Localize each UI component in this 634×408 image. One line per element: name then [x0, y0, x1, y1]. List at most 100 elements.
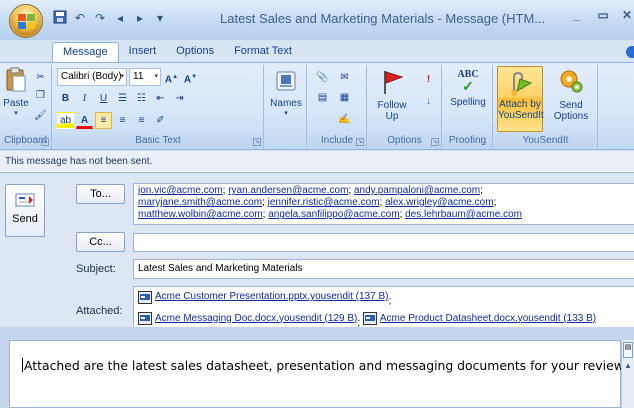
tab-insert[interactable]: Insert	[119, 42, 167, 62]
next-item-icon[interactable]: ▸	[132, 10, 148, 26]
send-icon	[15, 193, 35, 207]
tab-message[interactable]: Message	[52, 42, 119, 62]
clear-formatting-icon[interactable]: ✐	[152, 112, 169, 129]
attached-label: Attached:	[76, 305, 123, 317]
italic-button[interactable]: I	[76, 90, 93, 107]
names-button[interactable]: Names ▾	[267, 69, 305, 117]
previous-item-icon[interactable]: ◂	[112, 10, 128, 26]
message-header: Send To... jon.vic@acme.com; ryan.anders…	[0, 174, 634, 328]
attach-by-yousendit-button[interactable]: Attach by YouSendIt	[497, 66, 544, 132]
group-label-proofing: Proofing	[443, 134, 492, 148]
help-icon[interactable]	[626, 46, 634, 58]
font-size-combo[interactable]: 11 ▾	[129, 68, 161, 86]
group-basic-text: Calibri (Body) ▾ 11 ▾ A▲ A▼ B I U ☰ ☷ ⇤ ⇥ …	[53, 65, 264, 149]
follow-up-button[interactable]: Follow Up	[370, 69, 414, 122]
text-caret	[22, 358, 23, 372]
align-right-icon[interactable]: ≡	[133, 112, 150, 129]
names-dropdown-icon: ▾	[284, 110, 288, 117]
low-importance-icon[interactable]: ↓	[420, 93, 437, 110]
group-label-yousendit: YouSendIt	[494, 134, 597, 148]
tab-options[interactable]: Options	[166, 42, 224, 62]
format-painter-icon[interactable]: 🖌	[32, 107, 49, 124]
underline-button[interactable]: U	[95, 90, 112, 107]
save-icon[interactable]	[52, 10, 68, 26]
options-launcher-icon[interactable]: ↘	[431, 138, 439, 146]
undo-icon[interactable]: ↶	[72, 10, 88, 26]
include-launcher-icon[interactable]: ↘	[356, 138, 364, 146]
cut-icon[interactable]: ✂	[32, 69, 49, 86]
business-card-icon[interactable]: ▤	[314, 89, 331, 106]
recipient[interactable]: matthew.wolbin@acme.com	[138, 209, 263, 220]
send-button[interactable]: Send	[5, 184, 45, 237]
subject-field[interactable]: Latest Sales and Marketing Materials	[133, 259, 634, 279]
vertical-scrollbar[interactable]: ▤ ▲	[621, 340, 634, 408]
minimize-button[interactable]: _	[566, 8, 588, 24]
recipient[interactable]: angela.sanfilippo@acme.com	[268, 209, 399, 220]
shrink-font-icon[interactable]: A▼	[182, 69, 199, 86]
attachment-item[interactable]: Acme Messaging Doc.docx.yousendit (129 B…	[138, 312, 357, 326]
message-body-editor[interactable]: Attached are the latest sales datasheet,…	[9, 340, 627, 408]
recipient[interactable]: des.lehrbaum@acme.com	[405, 209, 522, 220]
recipient[interactable]: jennifer.ristic@acme.com	[268, 197, 380, 208]
office-button[interactable]	[9, 4, 43, 38]
cc-field[interactable]	[133, 233, 634, 252]
yousendit-attach-icon	[511, 71, 533, 96]
maximize-button[interactable]: ▭	[592, 8, 614, 24]
font-name-combo[interactable]: Calibri (Body) ▾	[57, 68, 127, 86]
attachment-item[interactable]: Acme Customer Presentation.pptx.yousendi…	[138, 290, 388, 304]
scroll-up-icon[interactable]: ▲	[623, 361, 633, 375]
quick-access-toolbar: ↶ ↷ ◂ ▸ ▾	[52, 8, 168, 28]
attachment-file-icon	[138, 290, 152, 304]
copy-icon[interactable]: ❐	[32, 87, 49, 104]
bullets-icon[interactable]: ☰	[114, 90, 131, 107]
to-field[interactable]: jon.vic@acme.com; ryan.andersen@acme.com…	[133, 183, 634, 225]
send-options-button[interactable]: Send Options	[548, 67, 594, 122]
high-importance-icon[interactable]: !	[420, 71, 437, 88]
subject-label: Subject:	[76, 263, 116, 275]
attachment-file-icon	[138, 312, 152, 325]
window-title: Latest Sales and Marketing Materials - M…	[220, 11, 546, 26]
recipient[interactable]: andy.pampaloni@acme.com	[354, 185, 480, 196]
grow-font-icon[interactable]: A▲	[163, 69, 180, 86]
attachment-file-icon	[362, 312, 377, 325]
recipient[interactable]: alex.wrigley@acme.com	[385, 197, 494, 208]
signature-icon[interactable]: ✍	[336, 111, 353, 128]
paste-button[interactable]: Paste ▾	[2, 67, 30, 117]
ruler-toggle-icon[interactable]: ▤	[623, 342, 633, 358]
align-center-icon[interactable]: ≡	[114, 112, 131, 129]
clipboard-launcher-icon[interactable]: ↘	[41, 138, 49, 146]
font-color-icon[interactable]: A	[76, 112, 93, 129]
title-bar: ↶ ↷ ◂ ▸ ▾ Latest Sales and Marketing Mat…	[0, 0, 634, 40]
numbering-icon[interactable]: ☷	[133, 90, 150, 107]
align-left-icon[interactable]: ≡	[95, 112, 112, 129]
basic-text-launcher-icon[interactable]: ↘	[253, 138, 261, 146]
cc-button[interactable]: Cc...	[76, 232, 125, 252]
tab-format-text[interactable]: Format Text	[224, 42, 302, 62]
group-label-basic-text: Basic Text	[53, 134, 263, 148]
recipient[interactable]: maryjane.smith@acme.com	[138, 197, 262, 208]
customize-qat-icon[interactable]: ▾	[152, 10, 168, 26]
redo-icon[interactable]: ↷	[92, 10, 108, 26]
highlight-icon[interactable]: ab	[57, 112, 74, 129]
recipient[interactable]: ryan.andersen@acme.com	[228, 185, 348, 196]
group-options: Follow Up ! ↓ Options ↘	[368, 65, 442, 149]
increase-indent-icon[interactable]: ⇥	[171, 90, 188, 107]
group-names: Names ▾	[265, 65, 307, 149]
attachments-field[interactable]: Acme Customer Presentation.pptx.yousendi…	[133, 286, 634, 328]
attach-file-icon[interactable]: 📎	[314, 69, 331, 86]
attachment-item[interactable]: Acme Product Datasheet.docx.yousendit (1…	[362, 312, 596, 326]
calendar-icon[interactable]: ▦	[336, 89, 353, 106]
recipient[interactable]: jon.vic@acme.com	[138, 185, 223, 196]
bold-button[interactable]: B	[57, 90, 74, 107]
paste-dropdown-icon: ▾	[14, 110, 18, 117]
message-body-text: Attached are the latest sales datasheet,…	[24, 358, 627, 373]
office-logo-icon	[18, 14, 35, 29]
close-button[interactable]: ✕	[620, 8, 634, 24]
attach-item-icon[interactable]: ✉	[336, 69, 353, 86]
group-yousendit: Attach by YouSendIt Send Options YouSend…	[494, 65, 598, 149]
decrease-indent-icon[interactable]: ⇤	[152, 90, 169, 107]
spelling-button[interactable]: ABC ✓ Spelling	[445, 69, 491, 108]
message-body-area: Attached are the latest sales datasheet,…	[0, 327, 634, 408]
to-button[interactable]: To...	[76, 184, 125, 204]
flag-icon	[384, 71, 404, 94]
